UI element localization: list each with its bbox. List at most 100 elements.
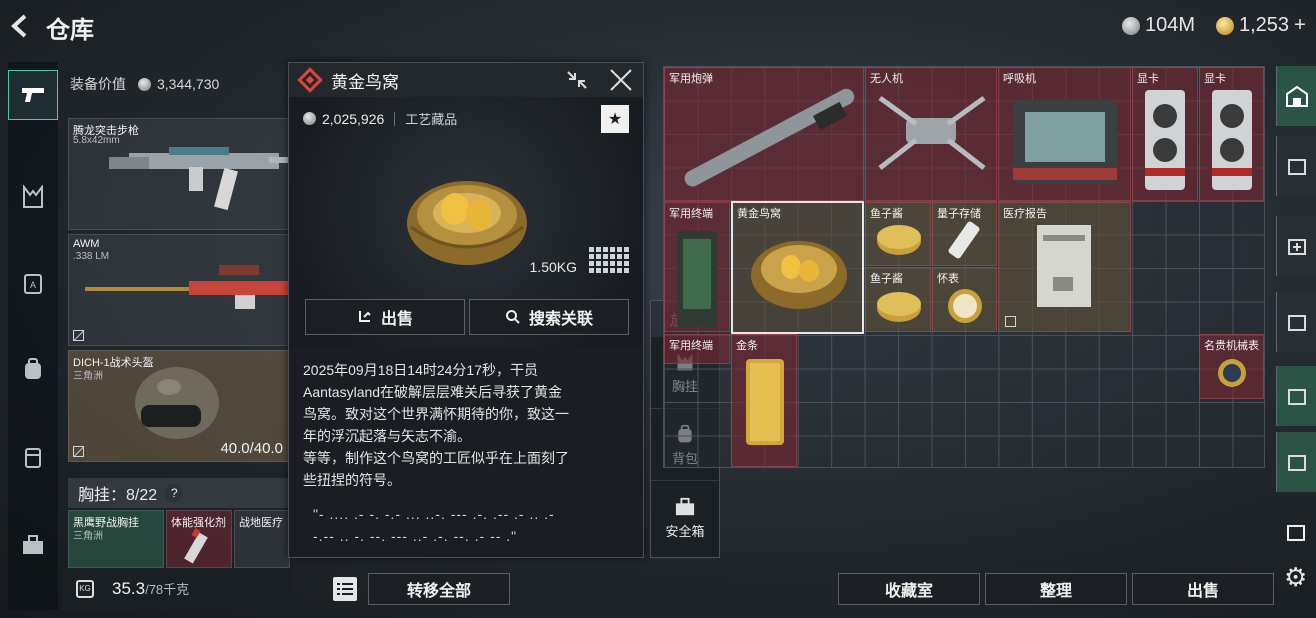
pouch-icon: [25, 448, 41, 468]
rarity-diamond-icon: [297, 67, 323, 93]
ventilator-image: [1013, 100, 1117, 184]
help-icon[interactable]: ?: [165, 484, 184, 502]
collection-room-button[interactable]: 收藏室: [838, 573, 980, 605]
primary-weapon-slot[interactable]: 腾龙突击步枪 5.8x42mm: [68, 118, 290, 230]
storage-item[interactable]: 无人机: [865, 67, 997, 201]
storage-tab-main[interactable]: [1276, 66, 1316, 126]
storage-item[interactable]: 医疗报告: [998, 202, 1131, 332]
nav-safe-box[interactable]: [8, 520, 58, 570]
list-view-button[interactable]: [333, 577, 357, 601]
gold-currency[interactable]: 1,253 +: [1216, 14, 1306, 37]
storage-item[interactable]: 怀表: [932, 267, 997, 332]
storage-tab-7[interactable]: [1276, 366, 1316, 426]
storage-item-hidden[interactable]: 军用终端: [664, 334, 730, 364]
add-gold-icon[interactable]: +: [1294, 14, 1306, 37]
nav-backpack[interactable]: [8, 344, 58, 394]
put-in-safe-box[interactable]: 安全箱: [651, 483, 719, 553]
weight-icon: KG: [76, 580, 94, 598]
favorite-star-button[interactable]: ★: [601, 105, 629, 133]
storage-item[interactable]: 显卡: [1132, 67, 1198, 201]
sub-storage-icon: [1287, 159, 1306, 175]
sell-button[interactable]: 出售: [305, 299, 465, 335]
quantum-storage-image: [948, 221, 980, 259]
price-row: 2,025,926 工艺藏品: [303, 109, 457, 128]
search-related-button[interactable]: 搜索关联: [469, 299, 629, 335]
slot-sub: 三角洲: [73, 531, 103, 542]
carry-weight: 35.3/78千克: [112, 579, 190, 598]
weight-bar: KG 35.3/78千克: [62, 568, 292, 610]
silver-coin-icon: [303, 112, 316, 125]
medical-slot[interactable]: 战地医疗: [234, 510, 290, 568]
gold-coin-icon: [1216, 16, 1234, 35]
sniper-rifle-image: [85, 265, 289, 309]
storage-item[interactable]: 量子存储: [932, 202, 997, 266]
storage-item[interactable]: 鱼子酱: [865, 202, 931, 266]
medical-report-image: [1037, 225, 1091, 307]
morse-inscription: "- .... .- -. -.- ... ..-. --- .-. .-- .…: [313, 506, 555, 544]
storage-tab-6[interactable]: [1276, 292, 1316, 352]
nav-armor[interactable]: A: [8, 258, 58, 308]
nav-weapon[interactable]: [8, 70, 58, 120]
missile-image: [684, 88, 855, 187]
pocket-watch-image: [948, 289, 982, 323]
storage-item-selected[interactable]: 黄金鸟窝: [731, 201, 864, 334]
svg-text:A: A: [30, 280, 36, 290]
storage-tab-8[interactable]: [1276, 432, 1316, 492]
golden-nest-image: [751, 241, 847, 309]
chest-rig-header: 胸挂：8/22 ?: [68, 478, 290, 508]
terminal-image: [677, 231, 717, 327]
storage-item[interactable]: 军用炮弹: [664, 67, 864, 201]
sell-label: 出售: [380, 311, 413, 328]
sub-storage-icon: [1287, 455, 1306, 471]
close-icon[interactable]: [609, 69, 633, 96]
caviar-tin-image: [877, 292, 921, 322]
equipment-value: 装备价值 3,344,730: [70, 74, 219, 94]
storage-tabs: [1276, 66, 1316, 566]
no-insure-icon: [1005, 316, 1016, 327]
stimulant-slot[interactable]: 体能强化剂: [166, 510, 232, 568]
minimize-icon[interactable]: [565, 69, 589, 96]
storage-item[interactable]: 金条: [731, 334, 797, 467]
detail-header: 黄金鸟窝: [289, 63, 643, 97]
transfer-all-button[interactable]: 转移全部: [368, 573, 510, 605]
no-insure-icon: [73, 446, 84, 457]
item-weight: 1.50KG: [529, 259, 577, 275]
search-related-label: 搜索关联: [528, 311, 593, 328]
caviar-tin-image: [877, 225, 921, 255]
sort-button[interactable]: 整理: [985, 573, 1127, 605]
storage-tab-9[interactable]: [1276, 502, 1316, 562]
drone-image: [878, 95, 986, 170]
chest-rig-slot[interactable]: 黑鹰野战胸挂 三角洲: [68, 510, 164, 568]
item-price: 2,025,926: [322, 110, 385, 127]
category-sidebar: A: [8, 62, 58, 610]
backpack-icon: [25, 358, 41, 379]
silver-amount: 104M: [1145, 14, 1196, 36]
nav-pouch[interactable]: [8, 432, 58, 482]
nav-chest-rig[interactable]: [8, 172, 58, 222]
storage-item[interactable]: 呼吸机: [998, 67, 1131, 201]
item-size-grid-icon: [589, 247, 629, 273]
sell-icon: [358, 311, 371, 322]
storage-item[interactable]: 军用终端: [664, 202, 730, 332]
sub-storage-icon: [1287, 315, 1306, 331]
storage-item[interactable]: 鱼子酱: [865, 267, 931, 332]
sell-all-button[interactable]: 出售: [1132, 573, 1274, 605]
silver-coin-icon: [1122, 16, 1140, 35]
gpu-image: [1212, 90, 1252, 190]
back-arrow-icon[interactable]: [6, 12, 34, 40]
storage-tab-4[interactable]: [1276, 136, 1316, 196]
storage-tab-add[interactable]: [1276, 216, 1316, 276]
helmet-slot[interactable]: DICH-1战术头盔 三角洲 40.0/40.0: [68, 350, 290, 462]
search-icon: [505, 310, 520, 324]
item-category: 工艺藏品: [405, 112, 458, 127]
storage-item[interactable]: 显卡: [1199, 67, 1264, 201]
list-icon: [337, 583, 353, 595]
helmet-durability: 40.0/40.0: [220, 440, 283, 457]
settings-gear-icon[interactable]: ⚙: [1284, 562, 1307, 593]
rifle-image: [109, 147, 289, 211]
warehouse-icon: [1285, 85, 1308, 107]
secondary-weapon-slot[interactable]: AWM .338 LM: [68, 234, 290, 346]
armor-icon: A: [24, 274, 42, 294]
storage-item[interactable]: 名贵机械表: [1199, 334, 1264, 399]
sub-storage-icon: [1287, 525, 1305, 541]
